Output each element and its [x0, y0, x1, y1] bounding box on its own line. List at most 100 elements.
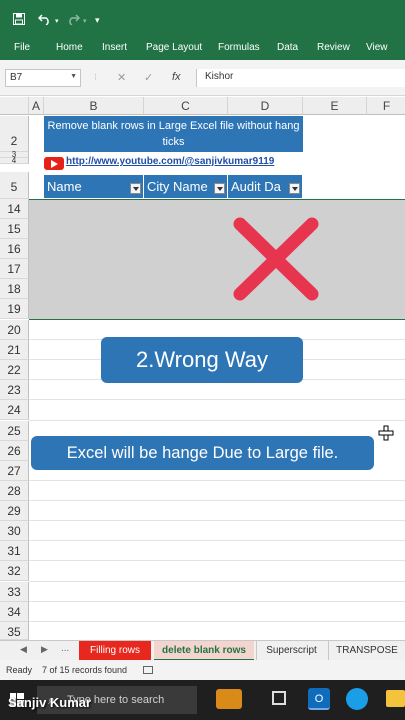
- tab-insert[interactable]: Insert: [102, 42, 127, 53]
- row-header-4[interactable]: 4: [0, 157, 29, 165]
- row-header-21[interactable]: 21: [0, 340, 29, 360]
- gridline: [29, 500, 405, 501]
- wrong-cross-icon: [233, 217, 319, 301]
- header-city-label: City Name: [147, 179, 208, 194]
- row-header-28[interactable]: 28: [0, 481, 29, 501]
- tab-data[interactable]: Data: [277, 42, 298, 53]
- undo-icon[interactable]: [37, 13, 52, 27]
- status-bar: Ready 7 of 15 records found: [0, 660, 405, 680]
- header-name-label: Name: [47, 179, 82, 194]
- customize-toolbar-icon[interactable]: ▾: [95, 14, 100, 26]
- filter-dropdown-icon[interactable]: [214, 183, 225, 194]
- row-header-27[interactable]: 27: [0, 461, 29, 481]
- formula-bar: B7 ▼ ⋮ ✕ ✓ fx Kishor: [0, 60, 405, 96]
- excel-window: ▾ ▾ ▾ File Home Insert Page Layout Formu…: [0, 0, 405, 720]
- macro-record-icon[interactable]: [143, 666, 153, 674]
- sheet-tab-bar: ◀ ▶ ... Filling rows delete blank rows S…: [0, 640, 405, 661]
- header-name[interactable]: Name: [44, 175, 144, 198]
- row-header-29[interactable]: 29: [0, 501, 29, 521]
- status-records: 7 of 15 records found: [42, 665, 128, 675]
- row-header-17[interactable]: 17: [0, 259, 29, 279]
- chevron-down-icon[interactable]: ▼: [70, 73, 77, 80]
- row-header-23[interactable]: 23: [0, 380, 29, 400]
- row-header-26[interactable]: 26: [0, 441, 29, 461]
- outlook-icon[interactable]: O: [308, 688, 330, 710]
- sheet-tab-transpose[interactable]: TRANSPOSE: [328, 641, 405, 661]
- gridline: [29, 399, 405, 400]
- tab-page-layout[interactable]: Page Layout: [146, 42, 202, 53]
- watermark-text: Sanjiv Kumar: [8, 695, 92, 710]
- row-header-31[interactable]: 31: [0, 541, 29, 561]
- header-city-name[interactable]: City Name: [144, 175, 228, 198]
- name-box-value: B7: [10, 72, 23, 83]
- row-header-16[interactable]: 16: [0, 239, 29, 259]
- tab-scroll-left-icon[interactable]: ◀: [20, 644, 27, 655]
- tab-formulas[interactable]: Formulas: [218, 42, 260, 53]
- name-box[interactable]: B7 ▼: [5, 69, 81, 87]
- insert-function-icon[interactable]: fx: [172, 71, 181, 83]
- gridline: [29, 540, 405, 541]
- sheet-tab-filling-rows[interactable]: Filling rows: [79, 641, 151, 661]
- tab-scroll-right-icon[interactable]: ▶: [41, 644, 48, 655]
- column-header-d[interactable]: D: [228, 97, 303, 115]
- row-header-20[interactable]: 20: [0, 320, 29, 340]
- gridline: [29, 601, 405, 602]
- task-view-icon[interactable]: [272, 691, 286, 705]
- tab-view[interactable]: View: [366, 42, 388, 53]
- hang-warning-callout: Excel will be hange Due to Large file.: [31, 436, 374, 470]
- header-audit-date[interactable]: Audit Da: [228, 175, 303, 198]
- row-header-32[interactable]: 32: [0, 561, 29, 581]
- save-icon[interactable]: [13, 13, 25, 27]
- row-header-2[interactable]: 2: [0, 116, 29, 152]
- column-header-e[interactable]: E: [303, 97, 367, 115]
- tab-review[interactable]: Review: [317, 42, 350, 53]
- formula-input[interactable]: Kishor: [196, 69, 405, 87]
- row-header-34[interactable]: 34: [0, 602, 29, 622]
- file-explorer-icon[interactable]: [386, 690, 405, 707]
- gridline: [29, 520, 405, 521]
- column-header-f[interactable]: F: [367, 97, 405, 115]
- redo-dropdown-icon[interactable]: ▾: [83, 16, 87, 28]
- row-header-22[interactable]: 22: [0, 360, 29, 380]
- title-cell[interactable]: Remove blank rows in Large Excel file wi…: [44, 116, 303, 152]
- column-header-c[interactable]: C: [144, 97, 228, 115]
- status-ready: Ready: [6, 665, 33, 675]
- redo-icon[interactable]: [66, 13, 81, 27]
- gridline: [29, 581, 405, 582]
- row-header-15[interactable]: 15: [0, 219, 29, 239]
- sheet-tab-superscript[interactable]: Superscript: [256, 641, 326, 661]
- briefcase-icon[interactable]: [216, 689, 242, 709]
- cancel-icon[interactable]: ✕: [117, 71, 126, 84]
- row-header-5[interactable]: 5: [0, 172, 29, 199]
- row-header-33[interactable]: 33: [0, 582, 29, 602]
- tab-home[interactable]: Home: [56, 42, 83, 53]
- row-header-30[interactable]: 30: [0, 521, 29, 541]
- row-header-24[interactable]: 24: [0, 400, 29, 420]
- selected-blank-rows[interactable]: [29, 199, 405, 320]
- edge-icon[interactable]: [346, 688, 368, 710]
- youtube-link[interactable]: http://www.youtube.com/@sanjivkumar9119: [66, 156, 274, 167]
- more-tabs-button[interactable]: ...: [61, 643, 69, 654]
- row-header-35[interactable]: 35: [0, 622, 29, 640]
- gridline: [29, 480, 405, 481]
- enter-icon[interactable]: ✓: [144, 71, 153, 84]
- select-all-corner[interactable]: [0, 97, 29, 115]
- row-header-14[interactable]: 14: [0, 199, 29, 219]
- title-bar: ▾ ▾ ▾: [0, 0, 405, 38]
- youtube-icon: [44, 157, 64, 170]
- gridline: [29, 621, 405, 622]
- row-header-19[interactable]: 19: [0, 299, 29, 319]
- row-header-18[interactable]: 18: [0, 279, 29, 299]
- row-header-25[interactable]: 25: [0, 421, 29, 441]
- filter-dropdown-icon[interactable]: [130, 183, 141, 194]
- tab-file[interactable]: File: [14, 42, 30, 53]
- column-header-b[interactable]: B: [44, 97, 144, 115]
- gridline: [29, 560, 405, 561]
- sheet-tab-delete-blank-rows[interactable]: delete blank rows: [154, 641, 254, 661]
- ribbon-tabs: File Home Insert Page Layout Formulas Da…: [0, 38, 405, 60]
- undo-dropdown-icon[interactable]: ▾: [55, 16, 59, 28]
- gridline: [29, 420, 405, 421]
- more-icon: ⋮: [92, 74, 99, 81]
- column-header-a[interactable]: A: [29, 97, 44, 115]
- filter-dropdown-icon[interactable]: [289, 183, 300, 194]
